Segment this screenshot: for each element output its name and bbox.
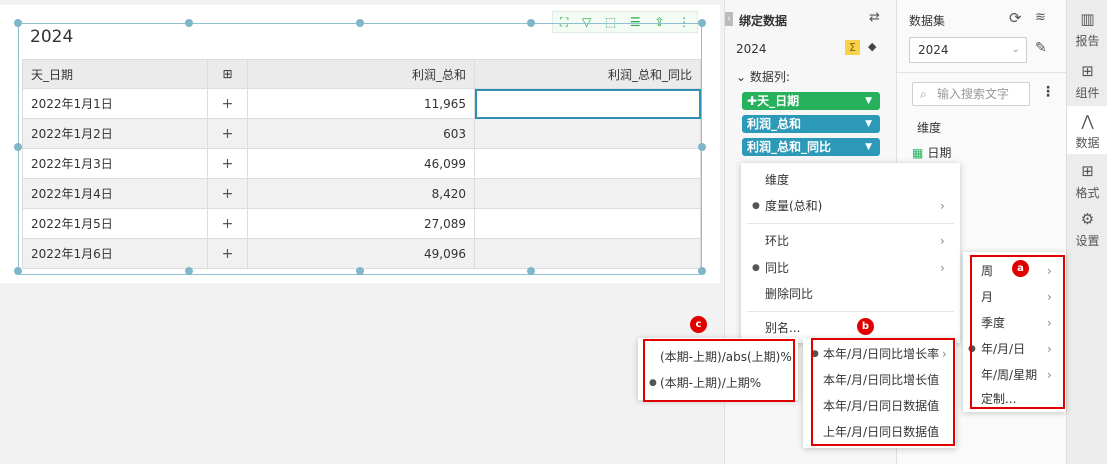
field-item-date[interactable]: ▦ 日期	[912, 144, 951, 161]
dropdown-arrow-icon[interactable]: ▼	[865, 138, 872, 156]
resize-handle[interactable]	[698, 143, 706, 151]
field-chip-label: 天_日期	[757, 94, 800, 108]
eraser-icon[interactable]: ◆	[868, 40, 876, 53]
selected-dot-icon: ●	[752, 201, 760, 211]
refresh-icon[interactable]: ⟳	[1009, 9, 1022, 27]
marker-c: c	[690, 316, 707, 333]
field-chip-date[interactable]: ✚天_日期 ▼	[742, 92, 880, 110]
tab-format[interactable]: ⊞ 格式	[1067, 156, 1107, 204]
swap-icon[interactable]: ⇄	[869, 10, 880, 25]
menu-item-label: 别名...	[765, 321, 801, 335]
menu-item-label: 维度	[765, 173, 790, 187]
highlight-box-b	[811, 338, 955, 446]
menu-item-label: 环比	[765, 234, 790, 248]
field-item-label: 日期	[927, 146, 952, 160]
aggregate-icon[interactable]: Σ	[845, 40, 860, 55]
highlight-box-c	[643, 339, 795, 402]
chevron-right-icon: ›	[940, 234, 945, 248]
dimension-group-label: 维度	[917, 121, 942, 135]
chevron-right-icon: ›	[940, 261, 945, 275]
tab-settings[interactable]: ⚙ 设置	[1067, 204, 1107, 252]
tab-label: 组件	[1075, 86, 1100, 100]
bind-panel-title: 绑定数据	[739, 14, 788, 28]
selected-dot-icon: ●	[752, 263, 760, 273]
component-icon: ⊞	[1081, 62, 1094, 80]
resize-handle[interactable]	[14, 143, 22, 151]
data-columns-label: ⌄ 数据列:	[736, 68, 790, 85]
resize-handle[interactable]	[527, 267, 535, 275]
tab-component[interactable]: ⊞ 组件	[1067, 56, 1107, 104]
tab-label: 格式	[1075, 186, 1100, 200]
dataset-panel-title: 数据集	[909, 14, 946, 28]
resize-handle[interactable]	[185, 267, 193, 275]
resize-handle[interactable]	[14, 19, 22, 27]
right-tab-bar: ▥ 报告 ⊞ 组件 ⋀ 数据 ⊞ 格式 ⚙ 设置	[1066, 0, 1107, 464]
data-icon: ⋀	[1081, 112, 1094, 130]
marker-b: b	[857, 318, 874, 335]
bound-source-name: 2024	[736, 42, 767, 56]
calendar-icon: ▦	[912, 146, 924, 160]
tab-label: 数据	[1075, 136, 1100, 150]
data-columns-text: 数据列:	[749, 70, 790, 84]
search-input[interactable]: ⌕ 输入搜索文字	[912, 82, 1030, 106]
resize-handle[interactable]	[14, 267, 22, 275]
resize-handle[interactable]	[356, 267, 364, 275]
menu-item-delete-yoy[interactable]: 删除同比	[741, 283, 960, 305]
menu-item-dimension[interactable]: 维度	[741, 169, 960, 191]
tab-label: 设置	[1075, 234, 1100, 248]
dropdown-arrow-icon[interactable]: ▼	[865, 92, 872, 110]
edit-icon[interactable]: ✎	[1035, 40, 1047, 56]
menu-item-label: 度量(总和)	[765, 199, 823, 213]
dropdown-arrow-icon[interactable]: ▼	[865, 115, 872, 133]
tab-label: 报告	[1075, 34, 1100, 48]
report-canvas[interactable]: 2024 ⛶ ▽ ⬚ ☰ ⇪ ⋮ 天_日期 ⊞ 利润_总和 利润_总和_同比 2…	[0, 0, 724, 464]
more-options-icon[interactable]: ⋮	[1041, 84, 1055, 100]
chevron-down-icon[interactable]: ⌄	[736, 70, 746, 84]
selection-frame	[18, 23, 702, 275]
chevron-right-icon: ›	[940, 199, 945, 213]
field-chip-label: 利润_总和	[747, 117, 802, 131]
add-dataset-icon[interactable]: ≋	[1035, 10, 1046, 25]
field-chip-profit[interactable]: 利润_总和 ▼	[742, 115, 880, 133]
chevron-down-icon: ⌄	[1011, 44, 1020, 55]
menu-item-yoy[interactable]: ● 同比 ›	[741, 257, 960, 279]
format-icon: ⊞	[1081, 162, 1094, 180]
divider	[897, 72, 1067, 73]
menu-item-measure[interactable]: ● 度量(总和) ›	[741, 195, 960, 217]
collapse-panel-icon[interactable]: ›	[725, 12, 733, 26]
menu-item-alias[interactable]: 别名...	[741, 317, 960, 339]
field-chip-profit-yoy[interactable]: 利润_总和_同比 ▼	[742, 138, 880, 156]
menu-divider	[747, 223, 954, 224]
tab-data[interactable]: ⋀ 数据	[1067, 106, 1107, 154]
resize-handle[interactable]	[527, 19, 535, 27]
menu-item-label: 删除同比	[765, 287, 814, 301]
menu-item-mom[interactable]: 环比 ›	[741, 230, 960, 252]
field-chip-label: 利润_总和_同比	[747, 140, 832, 154]
settings-icon: ⚙	[1080, 210, 1095, 228]
field-context-menu: 维度 ● 度量(总和) › 环比 › ● 同比 › 删除同比 别名...	[741, 163, 960, 343]
table-widget[interactable]: 2024 ⛶ ▽ ⬚ ☰ ⇪ ⋮ 天_日期 ⊞ 利润_总和 利润_总和_同比 2…	[0, 5, 720, 283]
search-placeholder: 输入搜索文字	[937, 87, 1010, 101]
plus-icon: ✚	[747, 94, 758, 108]
resize-handle[interactable]	[698, 267, 706, 275]
menu-divider	[747, 311, 954, 312]
tab-report[interactable]: ▥ 报告	[1067, 4, 1107, 52]
dataset-select-value: 2024	[918, 43, 949, 57]
search-icon: ⌕	[920, 87, 927, 101]
report-icon: ▥	[1080, 10, 1095, 28]
menu-item-label: 同比	[765, 261, 790, 275]
resize-handle[interactable]	[356, 19, 364, 27]
resize-handle[interactable]	[698, 19, 706, 27]
resize-handle[interactable]	[185, 19, 193, 27]
marker-a: a	[1012, 260, 1029, 277]
dataset-select[interactable]: 2024 ⌄	[909, 37, 1027, 63]
highlight-box-a	[970, 255, 1065, 409]
